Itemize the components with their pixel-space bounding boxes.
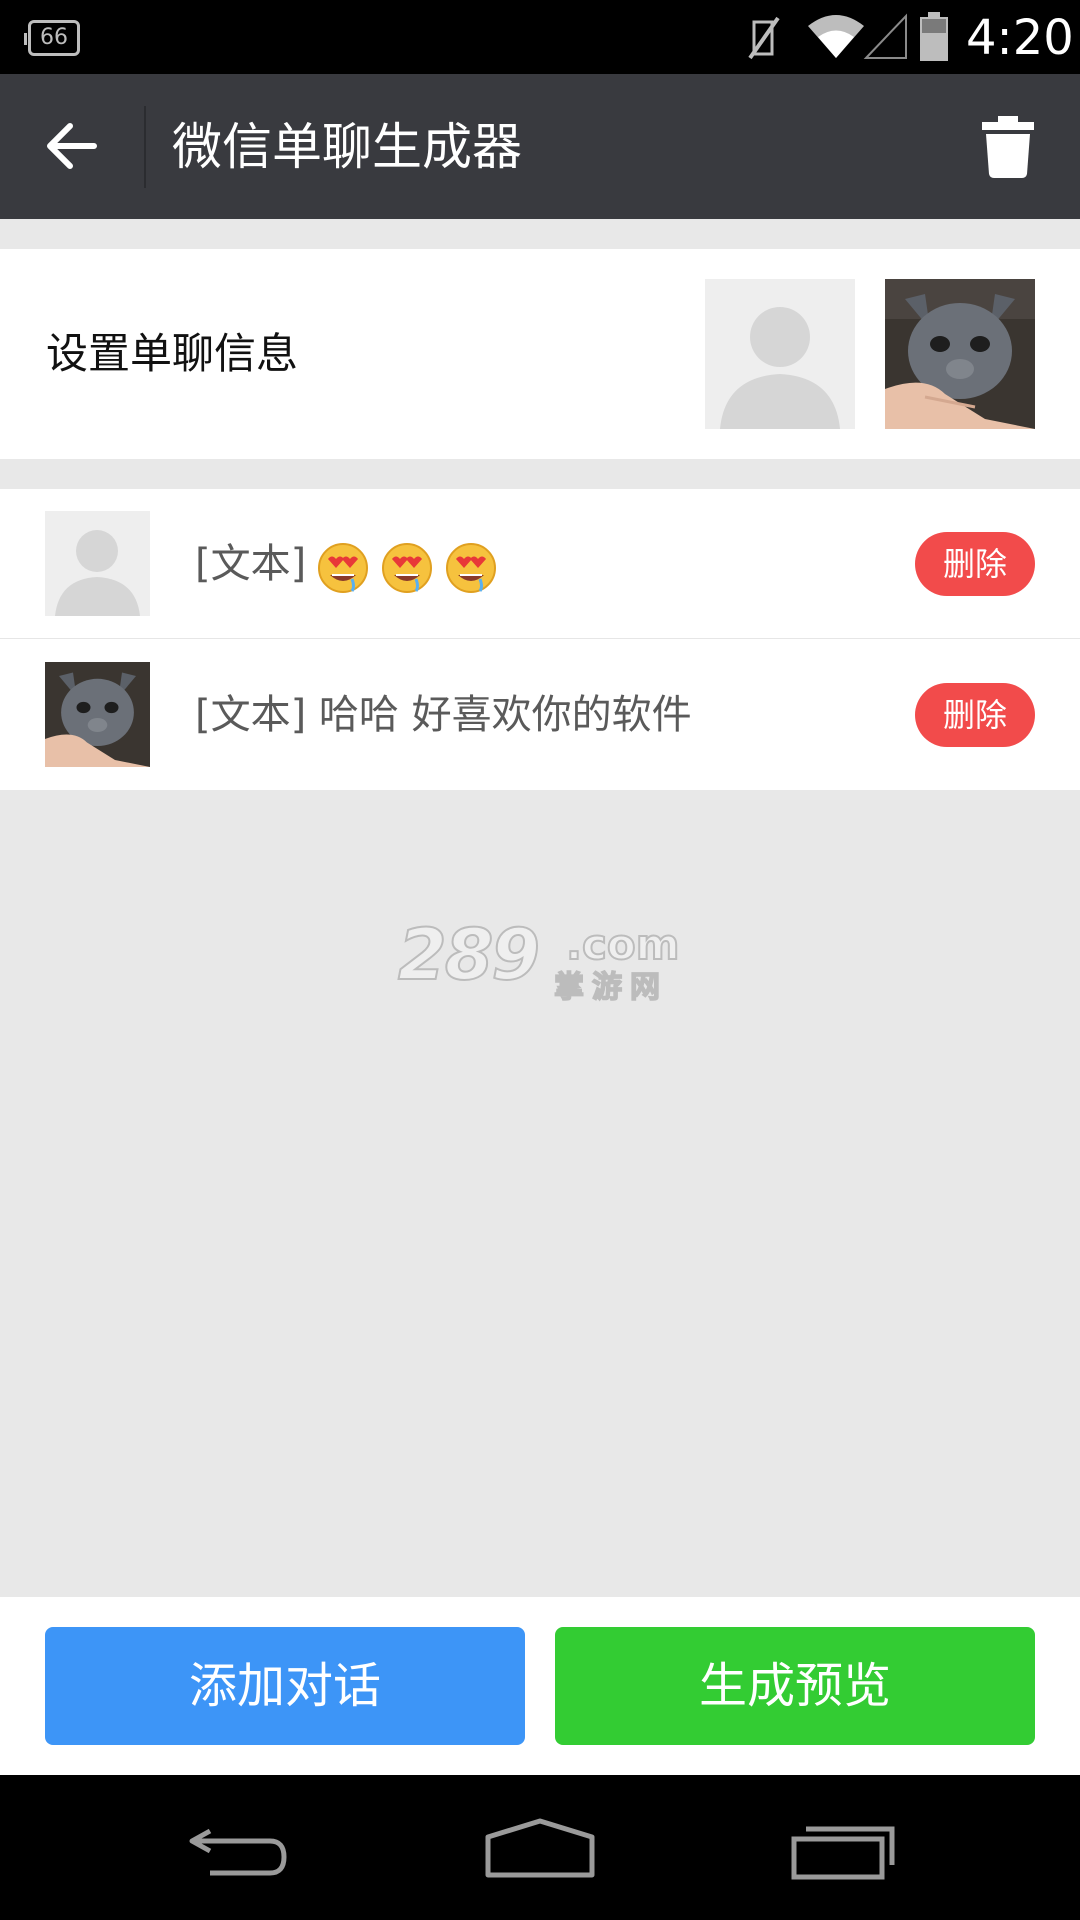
default-avatar — [45, 511, 150, 616]
add-conversation-button[interactable]: 添加对话 — [45, 1627, 525, 1745]
nav-recent-apps-icon[interactable] — [780, 1817, 900, 1887]
settings-label: 设置单聊信息 — [46, 329, 299, 378]
page-title: 微信单聊生成器 — [172, 118, 522, 176]
settings-card[interactable]: 设置单聊信息 — [0, 249, 1080, 459]
list-item[interactable]: [文本] 哈哈 好喜欢你的软件 删除 — [0, 640, 1080, 790]
cat-avatar[interactable] — [885, 279, 1035, 429]
notification-count-icon: 66 — [24, 20, 80, 56]
drooling-heart-eyes-emoji — [318, 543, 369, 593]
generate-preview-button[interactable]: 生成预览 — [555, 1627, 1035, 1745]
list-item[interactable]: [文本] 删除 — [0, 489, 1080, 639]
message-list: [文本] 删除 [文本] 哈哈 好喜欢你的软件 删除 — [0, 489, 1080, 790]
status-bar: 66 4:20 — [0, 0, 1080, 74]
watermark-cn: 掌游网 — [553, 969, 668, 1006]
delete-button[interactable]: 删除 — [915, 532, 1035, 596]
message-text: [文本] 哈哈 好喜欢你的软件 — [195, 692, 692, 738]
mute-icon — [748, 16, 780, 60]
cat-avatar — [45, 662, 150, 767]
drooling-heart-eyes-emoji — [382, 543, 433, 593]
default-avatar[interactable] — [705, 279, 855, 429]
clock: 4:20 — [966, 10, 1074, 66]
system-nav-bar — [0, 1775, 1080, 1920]
app-bar-divider — [144, 106, 146, 188]
app-bar: 微信单聊生成器 — [0, 74, 1080, 219]
nav-home-icon[interactable] — [480, 1817, 600, 1887]
signal-icon — [863, 13, 907, 59]
nav-back-icon[interactable] — [180, 1817, 300, 1887]
message-text: [文本] — [195, 533, 508, 597]
trash-icon[interactable] — [980, 116, 1036, 178]
battery-icon — [920, 12, 948, 61]
back-arrow-icon[interactable] — [40, 114, 104, 178]
drooling-heart-eyes-emoji — [446, 543, 497, 593]
bottom-action-bar: 添加对话 生成预览 — [0, 1597, 1080, 1775]
wifi-icon — [808, 15, 864, 58]
watermark-logo: 289 .com 掌游网 — [397, 919, 683, 1006]
delete-button[interactable]: 删除 — [915, 683, 1035, 747]
